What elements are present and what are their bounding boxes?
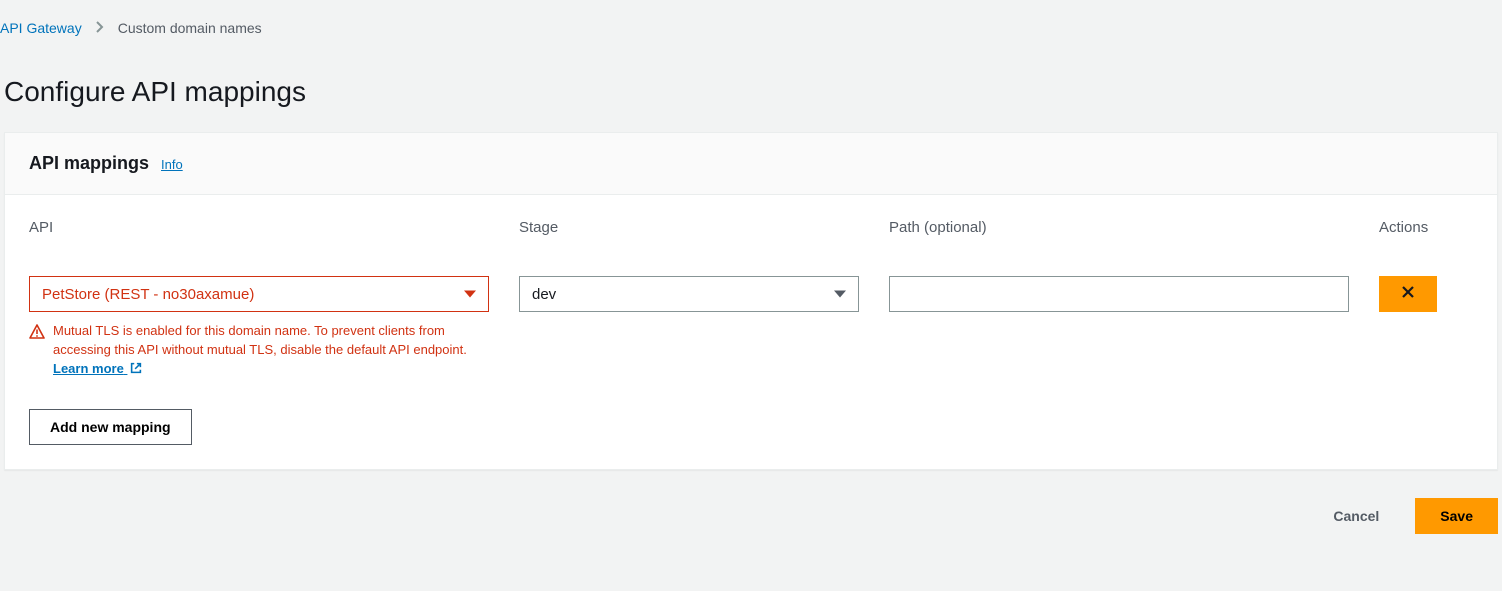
caret-down-icon <box>464 291 476 298</box>
save-button[interactable]: Save <box>1415 498 1498 534</box>
caret-down-icon <box>834 291 846 298</box>
info-link[interactable]: Info <box>161 157 183 172</box>
path-input[interactable] <box>889 276 1349 312</box>
col-header-stage: Stage <box>519 219 859 236</box>
column-headers: API PetStore (REST - no30axamue) Mut <box>29 219 1473 381</box>
page-title: Configure API mappings <box>0 46 1502 132</box>
col-header-actions: Actions <box>1379 219 1439 236</box>
api-select[interactable]: PetStore (REST - no30axamue) <box>29 276 489 312</box>
panel-body: API PetStore (REST - no30axamue) Mut <box>5 195 1497 469</box>
learn-more-label: Learn more <box>53 361 124 376</box>
stage-select[interactable]: dev <box>519 276 859 312</box>
mtls-warning: Mutual TLS is enabled for this domain na… <box>29 322 489 381</box>
col-header-path: Path (optional) <box>889 219 1349 236</box>
add-new-mapping-button[interactable]: Add new mapping <box>29 409 192 445</box>
warning-text-wrap: Mutual TLS is enabled for this domain na… <box>53 322 489 381</box>
breadcrumb-root-link[interactable]: API Gateway <box>0 20 82 36</box>
api-mappings-panel: API mappings Info API PetStore (REST - n… <box>4 132 1498 470</box>
breadcrumb: API Gateway Custom domain names <box>0 0 1502 46</box>
api-select-value: PetStore (REST - no30axamue) <box>42 286 254 303</box>
panel-title: API mappings <box>29 153 149 174</box>
close-icon <box>1400 284 1416 305</box>
chevron-right-icon <box>96 21 104 36</box>
stage-select-value: dev <box>532 286 556 303</box>
panel-header: API mappings Info <box>5 133 1497 195</box>
warning-icon <box>29 324 45 381</box>
footer-actions: Cancel Save <box>0 470 1502 562</box>
col-header-api: API <box>29 219 489 236</box>
breadcrumb-current: Custom domain names <box>118 20 262 36</box>
cancel-button[interactable]: Cancel <box>1313 498 1399 534</box>
external-link-icon <box>129 361 143 381</box>
learn-more-link[interactable]: Learn more <box>53 361 143 376</box>
remove-mapping-button[interactable] <box>1379 276 1437 312</box>
warning-text: Mutual TLS is enabled for this domain na… <box>53 323 467 357</box>
